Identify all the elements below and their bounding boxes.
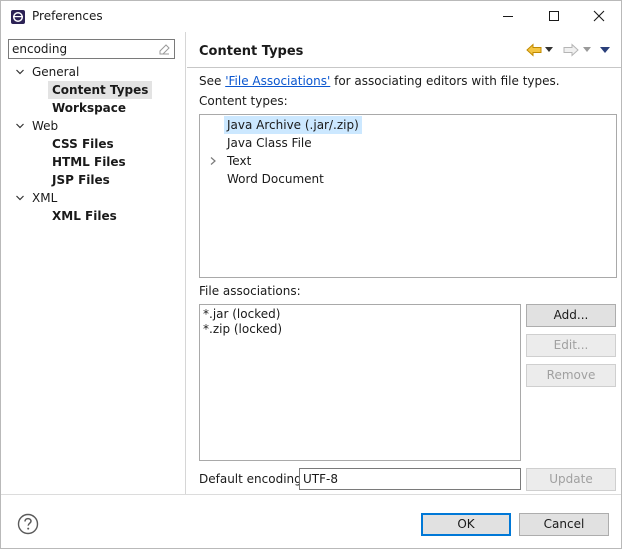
tree-item-xml[interactable]: XML [1,189,185,207]
filter-field[interactable] [8,39,175,59]
tree-item-label: CSS Files [52,137,114,151]
file-associations-list[interactable]: *.jar (locked) *.zip (locked) [199,304,521,461]
title-bar: Preferences [1,1,621,32]
file-associations-link[interactable]: 'File Associations' [225,74,330,88]
content-type-label: Text [227,154,252,168]
tree-item-label: Workspace [52,101,127,115]
default-encoding-field[interactable] [299,468,521,490]
cancel-button[interactable]: Cancel [519,513,609,536]
chevron-right-icon[interactable] [208,152,218,170]
help-icon[interactable] [17,513,39,535]
preferences-tree-pane: General Content Types Workspace Web CSS … [1,32,186,494]
page-header: Content Types [187,32,621,68]
update-button[interactable]: Update [526,468,616,491]
content-type-word-document[interactable]: Word Document [200,170,616,188]
view-menu-icon[interactable] [597,41,613,59]
tree-item-label: JSP Files [52,173,110,187]
remove-button[interactable]: Remove [526,364,616,387]
tree-item-label: XML [32,191,58,205]
window-title: Preferences [32,9,103,23]
tree-item-label: General [32,65,80,79]
content-type-label: Java Archive (.jar/.zip) [224,116,362,134]
tree-item-label: XML Files [52,209,117,223]
file-associations-hint: See 'File Associations' for associating … [199,74,560,88]
content-type-label: Java Class File [227,136,312,150]
content-type-java-archive[interactable]: Java Archive (.jar/.zip) [200,116,616,134]
hint-prefix: See [199,74,226,88]
back-arrow-icon[interactable] [525,41,543,59]
back-dropdown-icon[interactable] [543,41,555,59]
forward-dropdown-icon[interactable] [581,41,593,59]
close-icon [593,10,605,22]
minimize-button[interactable] [485,1,531,31]
file-associations-label: File associations: [199,284,301,298]
maximize-icon [549,11,559,21]
file-association-item[interactable]: *.jar (locked) [203,307,280,322]
default-encoding-input[interactable] [303,471,513,487]
close-window-button[interactable] [576,1,622,31]
minimize-icon [503,16,513,17]
tree-item-web[interactable]: Web [1,117,185,135]
tree-item-label: HTML Files [52,155,126,169]
content-types-label: Content types: [199,94,288,108]
filter-input[interactable] [12,41,152,57]
tree-item-label: Content Types [48,81,153,99]
hint-suffix: for associating editors with file types. [330,74,560,88]
file-association-item[interactable]: *.zip (locked) [203,322,282,337]
page-title: Content Types [199,44,304,59]
tree-item-label: Web [32,119,59,133]
tree-item-general[interactable]: General [1,63,185,81]
dialog-button-bar: OK Cancel [1,494,621,548]
default-encoding-label: Default encoding: [199,472,306,486]
add-button[interactable]: Add... [526,304,616,327]
content-type-label: Word Document [227,172,324,186]
forward-arrow-icon[interactable] [561,41,581,59]
eclipse-icon [10,9,26,25]
content-types-tree[interactable]: Java Archive (.jar/.zip) Java Class File… [199,114,617,278]
edit-button[interactable]: Edit... [526,334,616,357]
clear-filter-icon[interactable] [157,42,171,56]
content-type-text[interactable]: Text [200,152,616,170]
preference-page: Content Types See 'File Associations' fo… [187,32,621,494]
chevron-down-icon[interactable] [15,63,25,81]
preferences-window: Preferences Genera [0,0,622,549]
ok-button[interactable]: OK [421,513,511,536]
maximize-button[interactable] [531,1,577,31]
history-nav [525,41,613,59]
content-type-java-class-file[interactable]: Java Class File [200,134,616,152]
chevron-down-icon[interactable] [15,117,25,135]
chevron-down-icon[interactable] [15,189,25,207]
